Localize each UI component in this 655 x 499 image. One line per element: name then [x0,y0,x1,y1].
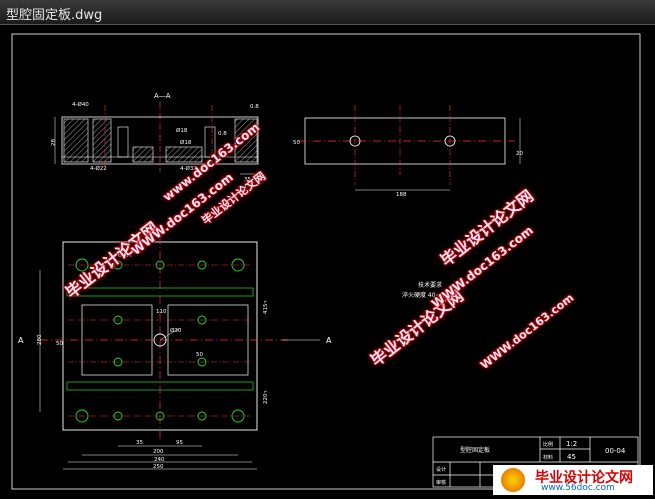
svg-text:0.8: 0.8 [218,131,227,137]
side-view: 188 50 20 [293,105,523,198]
svg-text:250: 250 [153,464,164,470]
svg-text:50: 50 [56,341,63,347]
svg-text:材料: 材料 [543,454,553,461]
svg-text:0.8: 0.8 [250,104,259,110]
svg-text:110: 110 [156,309,167,315]
section-view: A—A 4-Ø40 Ø18 Ø18 0.8 0.8 4-Ø32 4-Ø22 28… [51,92,259,183]
site-logo: 毕业设计论文网 www.56doc.com [493,465,653,495]
svg-text:50: 50 [293,140,300,146]
drawing-canvas[interactable]: A—A 4-Ø40 Ø18 Ø18 0.8 0.8 4-Ø32 4-Ø22 28… [0,25,655,495]
svg-text:Ø30: Ø30 [170,327,182,334]
svg-text:240: 240 [154,457,165,463]
titleblock-name: 型腔固定板 [460,446,490,454]
svg-text:95: 95 [176,440,183,446]
svg-text:280: 280 [37,334,43,345]
section-label: A—A [154,92,171,100]
svg-text:28: 28 [51,139,57,146]
titleblock-drawing-no: 00-04 [605,447,626,455]
svg-text:Ø18: Ø18 [176,127,188,134]
svg-text:188: 188 [396,192,407,198]
svg-text:审核: 审核 [436,479,446,486]
svg-text:4ר15: 4ר15 [263,300,269,314]
svg-text:200: 200 [153,449,164,455]
svg-text:Ø18: Ø18 [180,139,192,146]
svg-text:4-Ø22: 4-Ø22 [90,165,107,172]
titleblock-scale: 1:2 [566,440,577,448]
svg-text:比例: 比例 [543,441,553,448]
svg-text:4-Ø40: 4-Ø40 [72,101,89,108]
logo-emblem-icon [501,468,525,492]
section-marker-right: A [326,336,332,345]
window-title: 型腔固定板.dwg [6,8,103,23]
svg-text:设计: 设计 [436,466,446,473]
svg-text:35: 35 [136,440,143,446]
svg-text:50: 50 [196,352,203,358]
window-titlebar: 型腔固定板.dwg [0,0,655,25]
svg-text:20: 20 [516,151,523,157]
section-marker-left: A [18,336,24,345]
titleblock-material: 45 [567,453,576,461]
svg-text:2ר20: 2ר20 [263,390,269,404]
tech-note-title: 技术要求 [418,281,442,289]
plan-view: A A 6ר38 110 50 50 Ø30 4ר15 2ר20 280 35 … [18,236,332,470]
